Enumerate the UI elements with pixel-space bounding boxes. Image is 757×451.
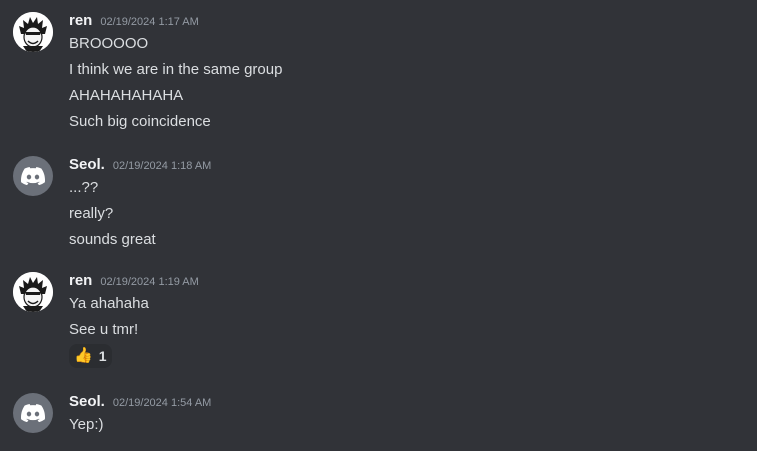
message-group: Seol. 02/19/2024 1:18 AM ...?? really? s…: [0, 156, 757, 256]
message-text: AHAHAHAHAHA: [69, 87, 184, 104]
timestamp[interactable]: 02/19/2024 1:54 AM: [113, 397, 211, 409]
message-text: Yep:): [69, 416, 104, 433]
message-text: Such big coincidence: [69, 113, 211, 130]
discord-default-avatar-icon: [21, 404, 45, 422]
message-group: Seol. 02/19/2024 1:54 AM Yep:): [0, 393, 757, 443]
discord-default-avatar-icon: [21, 167, 45, 185]
username[interactable]: ren: [69, 12, 92, 29]
username[interactable]: ren: [69, 272, 92, 289]
reaction-count: 1: [98, 348, 107, 364]
avatar[interactable]: [13, 272, 53, 312]
message-text: BROOOOO: [69, 35, 149, 52]
message-text: really?: [69, 205, 114, 222]
timestamp[interactable]: 02/19/2024 1:17 AM: [100, 16, 198, 28]
avatar[interactable]: [13, 156, 53, 196]
avatar[interactable]: [13, 393, 53, 433]
message-group: ren 02/19/2024 1:19 AM Ya ahahaha See u …: [0, 272, 757, 372]
avatar[interactable]: [13, 12, 53, 52]
message-header: ren 02/19/2024 1:17 AM: [69, 12, 199, 32]
anime-character-avatar-icon: [13, 12, 53, 52]
message-text: I think we are in the same group: [69, 61, 283, 78]
reaction-button[interactable]: 👍 1: [69, 344, 113, 368]
thumbs-up-icon: 👍: [74, 347, 93, 364]
message-text: See u tmr!: [69, 321, 139, 338]
message-group: ren 02/19/2024 1:17 AM BROOOOO I think w…: [0, 12, 757, 138]
chat-message-list: ren 02/19/2024 1:17 AM BROOOOO I think w…: [0, 0, 757, 451]
username[interactable]: Seol.: [69, 156, 105, 173]
message-header: ren 02/19/2024 1:19 AM: [69, 272, 199, 292]
username[interactable]: Seol.: [69, 393, 105, 410]
message-text: Ya ahahaha: [69, 295, 149, 312]
anime-character-avatar-icon: [13, 272, 53, 312]
timestamp[interactable]: 02/19/2024 1:18 AM: [113, 160, 211, 172]
message-header: Seol. 02/19/2024 1:18 AM: [69, 156, 211, 176]
timestamp[interactable]: 02/19/2024 1:19 AM: [100, 276, 198, 288]
message-text: sounds great: [69, 231, 156, 248]
message-header: Seol. 02/19/2024 1:54 AM: [69, 393, 211, 413]
message-text: ...??: [69, 179, 99, 196]
